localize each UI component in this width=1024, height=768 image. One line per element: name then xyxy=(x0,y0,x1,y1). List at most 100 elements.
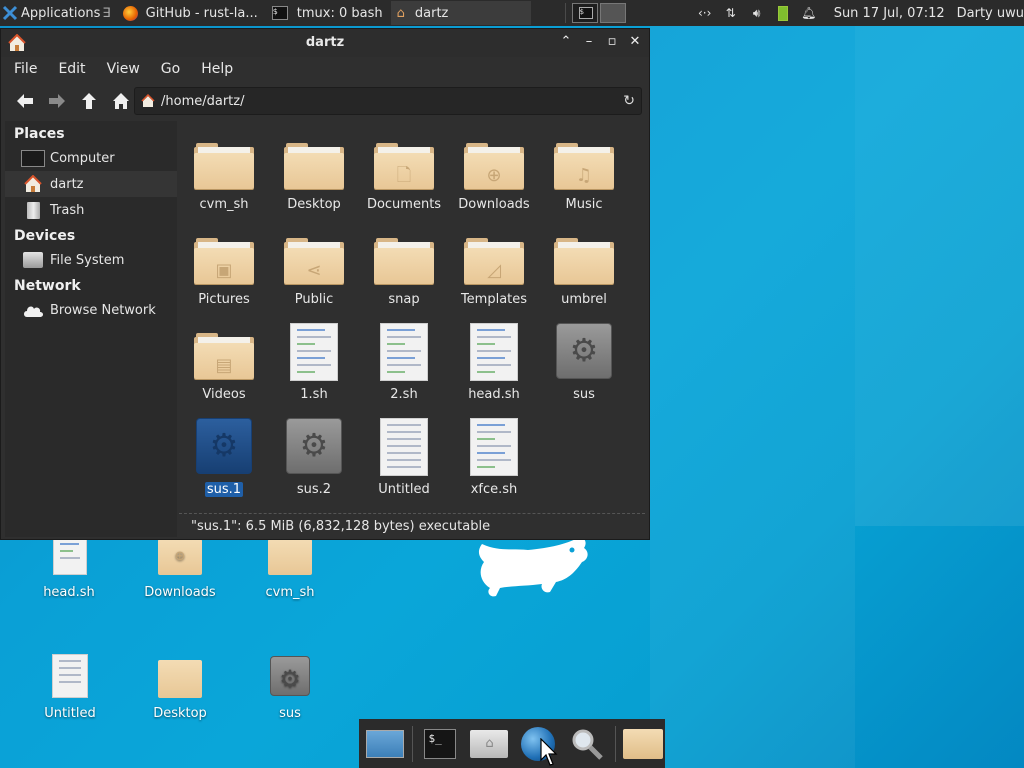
applications-menu[interactable]: Applications ∃ xyxy=(0,0,117,26)
folder-icon xyxy=(192,131,256,195)
notifications-bell-icon[interactable]: 🔔︎ xyxy=(800,4,818,22)
sidebar-item-label: dartz xyxy=(50,176,84,192)
network-activity-icon[interactable]: ‹·› xyxy=(696,4,714,22)
file-item-head-sh[interactable]: head.sh xyxy=(449,317,539,412)
arrow-up-icon xyxy=(82,93,96,109)
reload-icon[interactable]: ↻ xyxy=(623,93,635,109)
file-label: 1.sh xyxy=(300,387,328,402)
window-titlebar[interactable]: dartz ⌃ – ▫ ✕ xyxy=(1,29,649,57)
file-item-sus-1[interactable]: ⚙ sus.1 xyxy=(179,412,269,507)
script-icon xyxy=(372,321,436,385)
script-icon xyxy=(282,321,346,385)
file-label: Music xyxy=(565,197,603,212)
terminal-icon[interactable]: $_ xyxy=(419,724,462,764)
file-item-1-sh[interactable]: 1.sh xyxy=(269,317,359,412)
sidebar-item-label: File System xyxy=(50,252,125,268)
file-item-videos[interactable]: ▤ Videos xyxy=(179,317,269,412)
search-icon[interactable] xyxy=(566,724,609,764)
sidebar-header-network: Network xyxy=(14,278,81,294)
window-close-button[interactable]: ✕ xyxy=(627,34,643,50)
sidebar-item-file-system[interactable]: File System xyxy=(5,247,177,273)
file-item-cvm-sh[interactable]: cvm_sh xyxy=(179,127,269,222)
applications-overflow: ∃ xyxy=(102,5,111,21)
window-shade-button[interactable]: ⌃ xyxy=(558,34,574,50)
file-item-untitled[interactable]: Untitled xyxy=(359,412,449,507)
file-label: Downloads xyxy=(458,197,530,212)
menu-file[interactable]: File xyxy=(1,61,45,77)
sidebar-item-label: Browse Network xyxy=(50,302,156,318)
location-bar[interactable]: /home/dartz/ ↻ xyxy=(134,87,642,115)
desktop-icon-desktop[interactable]: Desktop xyxy=(130,652,230,721)
workspace-1[interactable]: $ xyxy=(571,3,598,23)
menu-go[interactable]: Go xyxy=(148,61,188,77)
folder-pictures-icon: ▣ xyxy=(192,226,256,290)
home-folder-icon[interactable]: ⌂ xyxy=(468,724,511,764)
battery-icon[interactable] xyxy=(774,4,792,22)
show-desktop-icon[interactable] xyxy=(363,724,406,764)
xfce-logo-icon xyxy=(2,5,18,21)
clock[interactable]: Sun 17 Jul, 07:12 xyxy=(828,0,951,26)
file-label: sus xyxy=(573,387,595,402)
file-label: snap xyxy=(388,292,420,307)
file-item-pictures[interactable]: ▣ Pictures xyxy=(179,222,269,317)
user-menu[interactable]: Darty uwu xyxy=(951,0,1024,26)
file-item-documents[interactable]: 🗋︎ Documents xyxy=(359,127,449,222)
file-item-templates[interactable]: ◿ Templates xyxy=(449,222,539,317)
desktop-icon-downloads[interactable]: ⊕ Downloads xyxy=(130,537,230,600)
menu-help[interactable]: Help xyxy=(188,61,241,77)
sidebar-item-dartz[interactable]: dartz xyxy=(5,171,177,197)
applications-label: Applications xyxy=(21,5,101,21)
xfce-mouse-logo xyxy=(478,537,588,597)
file-manager-window: dartz ⌃ – ▫ ✕ File Edit View Go Help /ho… xyxy=(0,28,650,540)
network-updown-icon[interactable]: ⇅ xyxy=(722,4,740,22)
desktop-icon-untitled[interactable]: Untitled xyxy=(20,652,120,721)
desktop-wallpaper-tile xyxy=(650,26,855,768)
trash-icon xyxy=(21,200,45,220)
up-button[interactable] xyxy=(75,87,103,115)
desktop-icon-head-sh[interactable]: head.sh xyxy=(19,537,119,600)
sidebar-item-trash[interactable]: Trash xyxy=(5,197,177,223)
sidebar-item-computer[interactable]: Computer xyxy=(5,145,177,171)
volume-icon[interactable]: 🔊︎ xyxy=(748,4,766,22)
text-file-icon xyxy=(372,416,436,480)
terminal-icon: $ xyxy=(578,7,593,19)
executable-icon: ⚙ xyxy=(282,416,346,480)
file-item-music[interactable]: ♫ Music xyxy=(539,127,629,222)
sidebar-item-browse-network[interactable]: Browse Network xyxy=(5,297,177,323)
desktop-icon-sus[interactable]: ⚙ sus xyxy=(240,652,340,721)
desktop-icon-label: Downloads xyxy=(144,585,216,600)
task-button-dartz[interactable]: ⌂ dartz xyxy=(390,1,531,25)
back-button[interactable] xyxy=(11,87,39,115)
file-item-xfce-sh[interactable]: xfce.sh xyxy=(449,412,539,507)
task-label: dartz xyxy=(414,5,449,21)
forward-button[interactable] xyxy=(43,87,71,115)
file-item-2-sh[interactable]: 2.sh xyxy=(359,317,449,412)
window-maximize-button[interactable]: ▫ xyxy=(604,34,620,50)
file-item-umbrel[interactable]: umbrel xyxy=(539,222,629,317)
file-item-public[interactable]: ⋖ Public xyxy=(269,222,359,317)
menu-edit[interactable]: Edit xyxy=(45,61,93,77)
file-label: umbrel xyxy=(561,292,607,307)
sidebar-item-label: Trash xyxy=(50,202,85,218)
desktop-icon-cvm-sh[interactable]: cvm_sh xyxy=(240,537,340,600)
home-button[interactable] xyxy=(107,87,135,115)
task-button-tmux[interactable]: $ tmux: 0 bash xyxy=(266,1,389,25)
task-label: tmux: 0 bash xyxy=(296,5,383,21)
file-item-downloads[interactable]: ⊕ Downloads xyxy=(449,127,539,222)
file-item-sus-2[interactable]: ⚙ sus.2 xyxy=(269,412,359,507)
mouse-pointer-icon xyxy=(540,738,558,766)
menu-view[interactable]: View xyxy=(94,61,148,77)
file-item-sus[interactable]: ⚙ sus xyxy=(539,317,629,412)
folder-icon[interactable] xyxy=(622,724,665,764)
window-minimize-button[interactable]: – xyxy=(581,34,597,50)
sidebar-header-places: Places xyxy=(14,126,65,142)
home-folder-icon: ⌂ xyxy=(396,5,405,21)
dock-separator xyxy=(614,725,616,762)
file-item-snap[interactable]: snap xyxy=(359,222,449,317)
script-icon xyxy=(462,416,526,480)
file-label: Untitled xyxy=(378,482,430,497)
task-button-firefox[interactable]: GitHub - rust-la... xyxy=(117,1,264,25)
file-item-desktop[interactable]: Desktop xyxy=(269,127,359,222)
cloud-icon xyxy=(21,300,45,320)
workspace-2[interactable] xyxy=(599,3,626,23)
